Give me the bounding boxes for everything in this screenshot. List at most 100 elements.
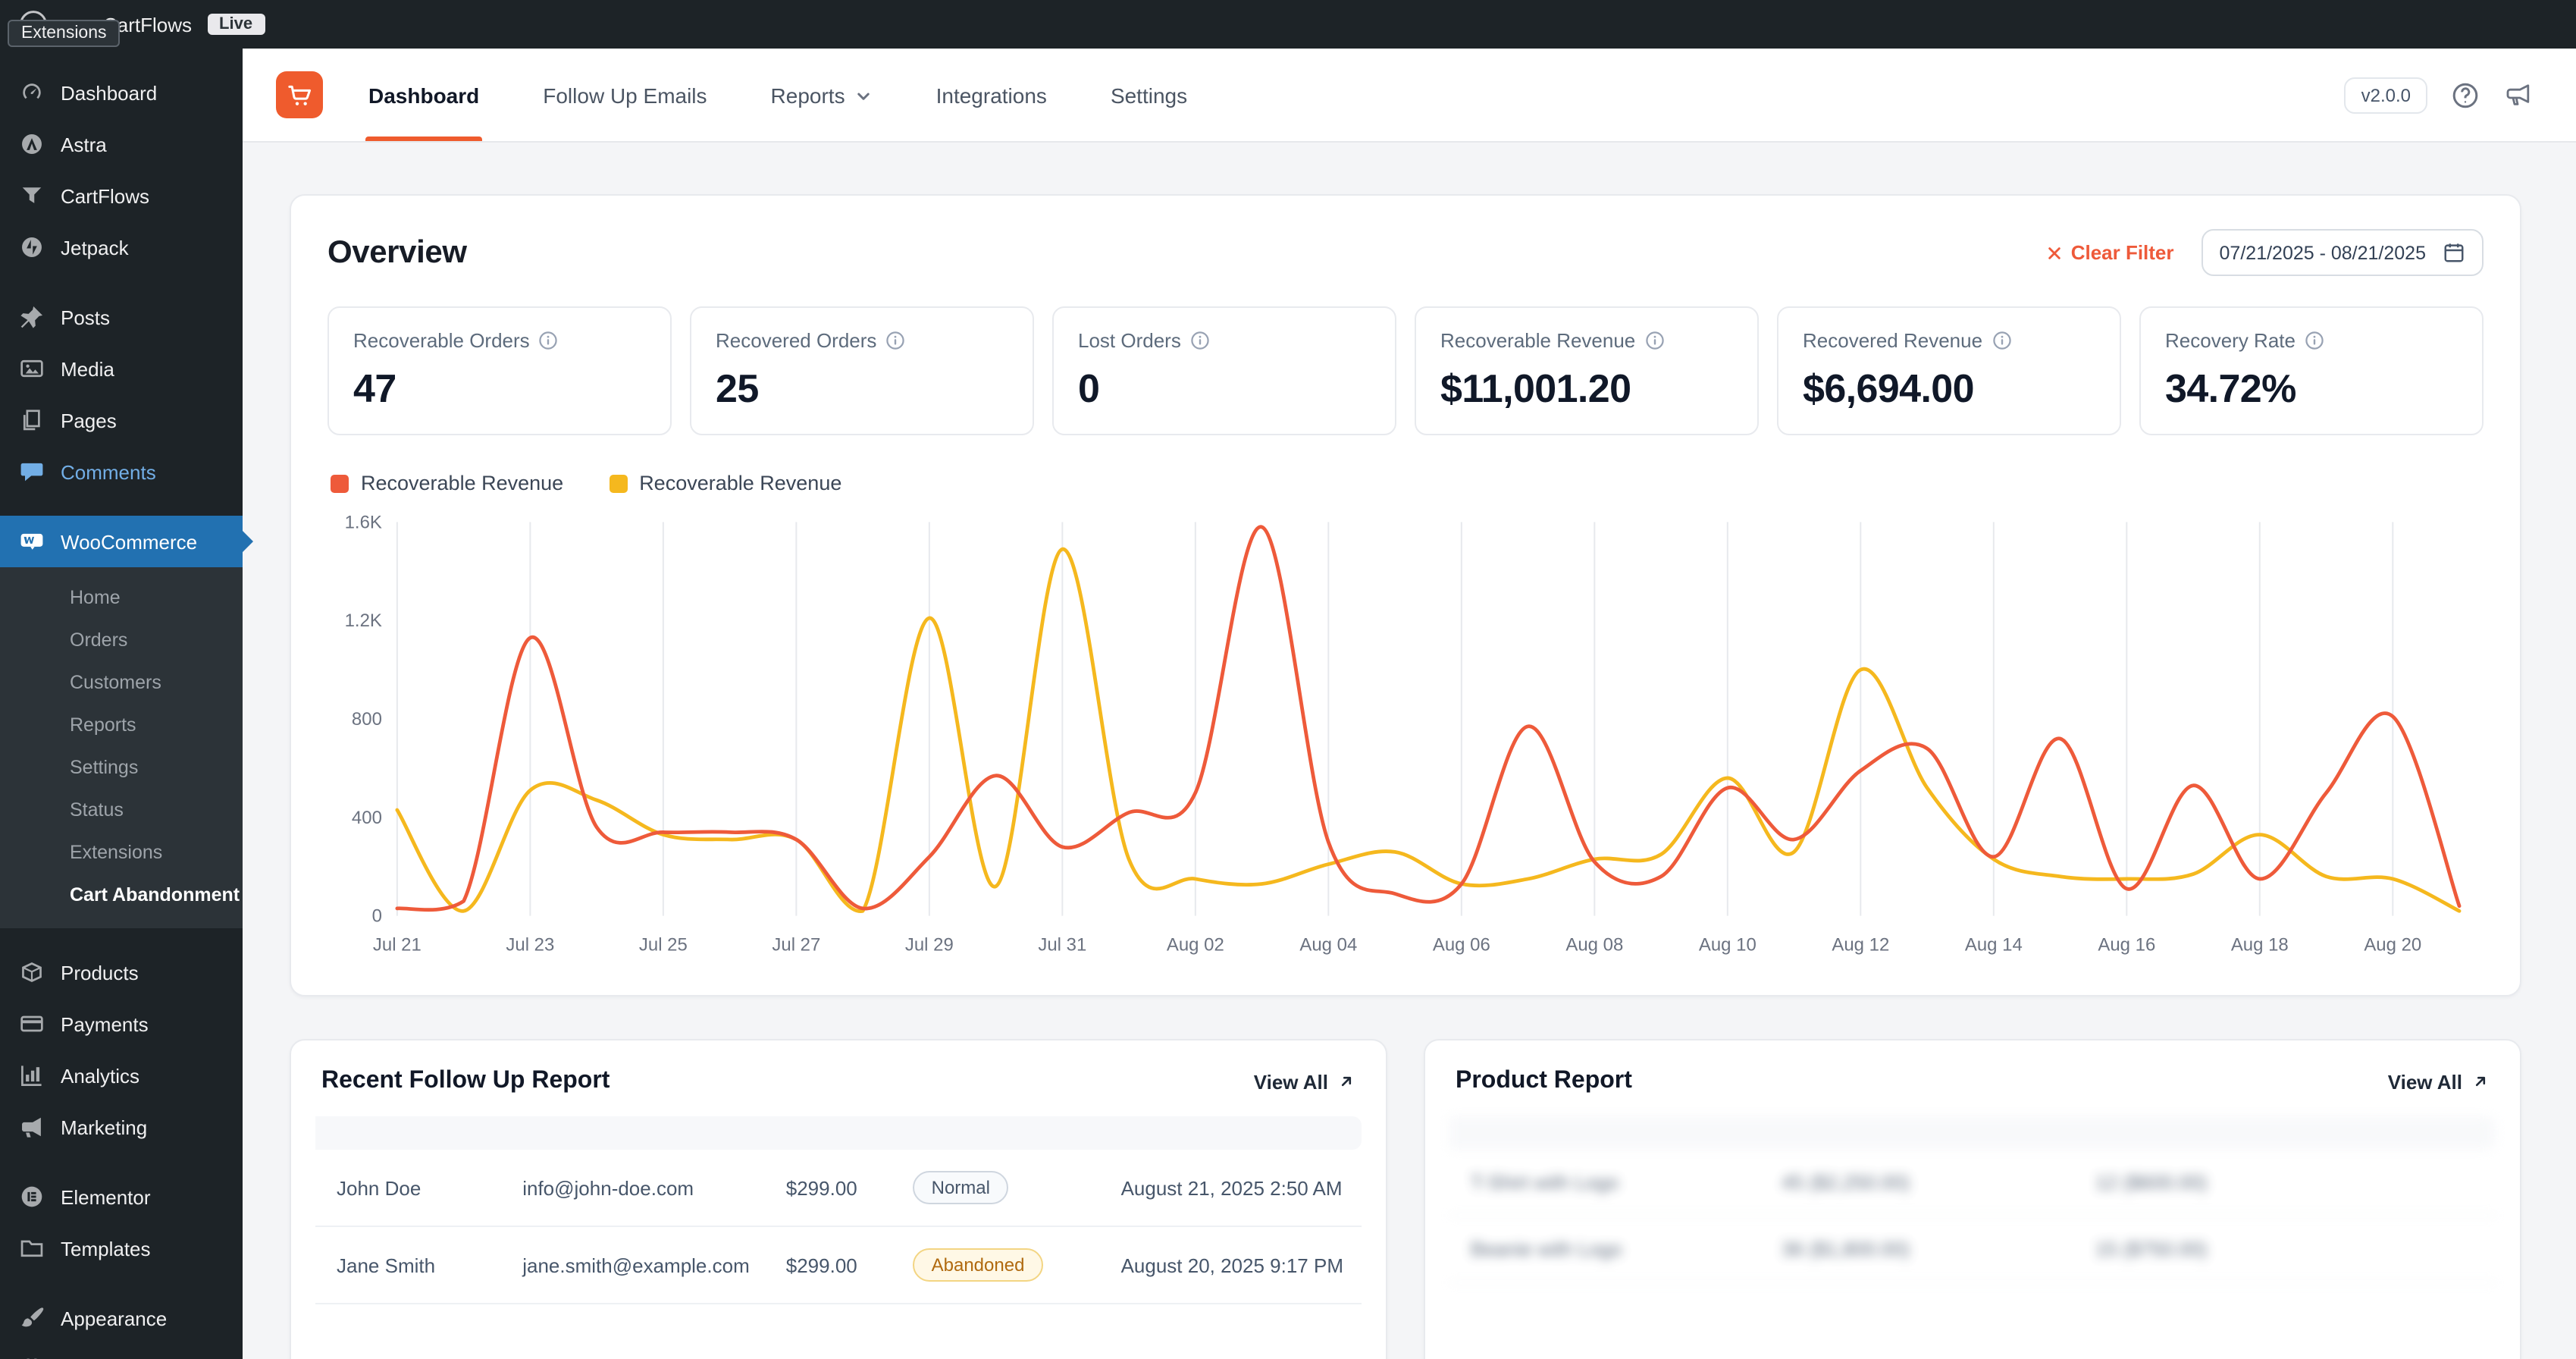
sidebar-item-label: Elementor	[61, 1185, 151, 1208]
cell-abandoned-count: 36 ($1,800.00)	[1763, 1216, 2077, 1283]
sidebar-item-label: Astra	[61, 133, 107, 155]
info-icon[interactable]	[539, 331, 559, 350]
sidebar-subitem[interactable]: Orders	[0, 619, 243, 661]
version-badge: v2.0.0	[2344, 77, 2427, 113]
cartflows-header: Dashboard Follow Up Emails Reports Integ…	[243, 49, 2576, 143]
header-tab[interactable]: Integrations	[936, 49, 1047, 141]
sidebar-item[interactable]: Plugins	[0, 1344, 243, 1359]
sidebar-item-label: Pages	[61, 409, 117, 432]
sidebar-item-icon	[18, 406, 45, 434]
cell-date-time: August 20, 2025 9:17 PM	[1102, 1226, 1362, 1304]
help-icon[interactable]	[2450, 80, 2480, 110]
sidebar-item[interactable]: Payments	[0, 998, 243, 1050]
sidebar-item-label: Appearance	[61, 1307, 168, 1329]
product-table: T-Shirt with Logo 45 ($2,250.00) 12 ($60…	[1449, 1116, 2496, 1283]
sidebar-subitem[interactable]: Extensions	[0, 831, 243, 874]
legend-swatch	[609, 474, 628, 492]
sidebar-item[interactable]: WooCommerce	[0, 516, 243, 567]
sidebar-group: Posts Media Pages Comments	[0, 291, 243, 497]
sidebar-subitem[interactable]: Settings	[0, 746, 243, 789]
stat-value: $11,001.20	[1440, 366, 1631, 411]
date-range-picker[interactable]: 07/21/2025 - 08/21/2025	[2201, 229, 2484, 276]
svg-text:Aug 02: Aug 02	[1167, 935, 1224, 956]
info-icon[interactable]	[885, 331, 905, 350]
legend-item: Recoverable Revenue	[331, 472, 563, 494]
table-row[interactable]: John Doe info@john-doe.com $299.00 Norma…	[315, 1150, 1362, 1227]
view-all-link[interactable]: View All	[2388, 1070, 2490, 1093]
info-icon[interactable]	[1190, 331, 1210, 350]
sidebar-item[interactable]: Products	[0, 946, 243, 998]
header-tab[interactable]: Follow Up Emails	[543, 49, 707, 141]
status-badge: Normal	[913, 1171, 1008, 1204]
wp-admin-bar: W Extensions CartFlows Live	[0, 0, 2576, 49]
svg-text:Jul 29: Jul 29	[905, 935, 954, 956]
column-header	[767, 1116, 895, 1150]
svg-text:Aug 04: Aug 04	[1299, 935, 1357, 956]
cell-cart-total: $299.00	[767, 1150, 895, 1227]
sidebar-item-icon	[18, 1183, 45, 1210]
header-tab[interactable]: Settings	[1111, 49, 1187, 141]
clear-filter-button[interactable]: Clear Filter	[2047, 241, 2174, 264]
cell-product-name: Beanie with Logo	[1449, 1216, 1763, 1283]
sidebar-item[interactable]: Elementor	[0, 1171, 243, 1222]
sidebar-item-icon	[18, 79, 45, 106]
legend-item: Recoverable Revenue	[609, 472, 841, 494]
table-row[interactable]: Jane Smith jane.smith@example.com $299.0…	[315, 1226, 1362, 1304]
sidebar-submenu: Home Orders Customers Reports Settings S…	[0, 567, 243, 928]
sidebar-item[interactable]: Marketing	[0, 1101, 243, 1153]
sidebar-item[interactable]: Jetpack	[0, 221, 243, 273]
page-title: Overview	[327, 234, 467, 269]
sidebar-item[interactable]: Appearance	[0, 1292, 243, 1344]
cell-user-name: Jane Smith	[315, 1226, 505, 1304]
header-tab[interactable]: Reports	[771, 49, 873, 141]
sidebar-item[interactable]: Templates	[0, 1222, 243, 1274]
sidebar-item[interactable]: Media	[0, 343, 243, 394]
sidebar-entry: Analytics	[0, 1050, 243, 1101]
sidebar-item-icon	[18, 959, 45, 986]
sidebar-subitem[interactable]: Cart Abandonment	[0, 874, 243, 916]
info-icon[interactable]	[1992, 331, 2011, 350]
stat-card: Recovered Revenue $6,694.00	[1777, 306, 2121, 435]
column-header	[895, 1116, 1103, 1150]
admin-bar-extensions-item[interactable]: Extensions	[8, 20, 121, 47]
sidebar-entry: Pages	[0, 394, 243, 446]
info-icon[interactable]	[1644, 331, 1664, 350]
sidebar-item[interactable]: Dashboard	[0, 67, 243, 118]
announcements-icon[interactable]	[2503, 80, 2534, 110]
sidebar-subitem[interactable]: Reports	[0, 704, 243, 746]
stat-card: Lost Orders 0	[1052, 306, 1396, 435]
stat-label: Lost Orders	[1078, 329, 1371, 352]
svg-text:1.2K: 1.2K	[345, 610, 382, 631]
stat-value: 0	[1078, 366, 1100, 411]
sidebar-subitem[interactable]: Status	[0, 789, 243, 831]
sidebar-item[interactable]: CartFlows	[0, 170, 243, 221]
sidebar-item[interactable]: Posts	[0, 291, 243, 343]
cell-abandoned-count: 45 ($2,250.00)	[1763, 1150, 2077, 1216]
main-content: Overview Clear Filter 07/21/2025 - 08/21…	[243, 143, 2576, 1359]
revenue-line-chart: Jul 21 Jul 23 Jul 25 Jul 27 Jul 29 Jul 31 Aug …	[345, 512, 2462, 956]
table-row[interactable]: T-Shirt with Logo 45 ($2,250.00) 12 ($60…	[1449, 1150, 2496, 1216]
sidebar-item[interactable]: Comments	[0, 446, 243, 497]
sidebar-item[interactable]: Analytics	[0, 1050, 243, 1101]
stats-row: Recoverable Orders 47 Recovered Orders 2…	[327, 306, 2484, 435]
svg-text:Jul 25: Jul 25	[639, 935, 688, 956]
sidebar-subitem[interactable]: Customers	[0, 661, 243, 704]
sidebar-item-label: Payments	[61, 1012, 149, 1035]
view-all-link[interactable]: View All	[1254, 1070, 1355, 1093]
cell-user-name: John Doe	[315, 1150, 505, 1227]
cartflows-logo-icon[interactable]	[276, 71, 323, 118]
sidebar-group: Products Payments Analytics Marketing	[0, 946, 243, 1153]
sidebar-subitem[interactable]: Home	[0, 576, 243, 619]
sidebar-item[interactable]: Pages	[0, 394, 243, 446]
svg-text:Aug 06: Aug 06	[1433, 935, 1490, 956]
cell-cart-total: $299.00	[767, 1226, 895, 1304]
svg-text:Jul 27: Jul 27	[772, 935, 820, 956]
sidebar-item[interactable]: Astra	[0, 118, 243, 170]
table-row[interactable]: Beanie with Logo 36 ($1,800.00) 15 ($750…	[1449, 1216, 2496, 1283]
header-tab[interactable]: Dashboard	[365, 49, 483, 141]
info-icon[interactable]	[2305, 331, 2324, 350]
column-header	[504, 1116, 768, 1150]
screen: W Extensions CartFlows Live Dashboard	[0, 0, 2576, 1359]
overview-card: Overview Clear Filter 07/21/2025 - 08/21…	[290, 194, 2521, 996]
view-all-label: View All	[1253, 1070, 1328, 1093]
